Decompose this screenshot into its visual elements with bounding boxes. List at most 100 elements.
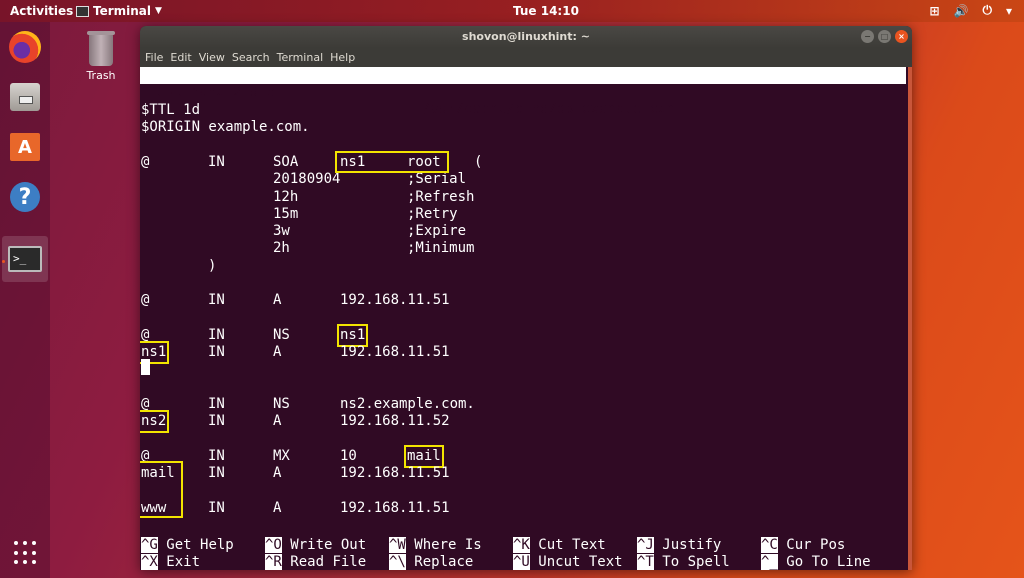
shortcut-label: Where Is xyxy=(414,537,482,553)
field-c3: 192.168.11.52 xyxy=(340,413,450,429)
files-icon xyxy=(10,83,40,111)
shortcut-label: Uncut Text xyxy=(538,554,623,570)
menu-view[interactable]: View xyxy=(199,48,225,67)
running-indicator xyxy=(2,260,5,263)
file-line: $TTL 1d xyxy=(141,102,901,119)
system-menu-chevron-icon[interactable]: ▾ xyxy=(1006,4,1012,18)
field-c4: ;Minimum xyxy=(407,240,475,256)
shortcut-item[interactable]: ^K Cut Text xyxy=(513,537,606,554)
field-c1: ) xyxy=(208,258,217,274)
network-icon[interactable]: ⊞ xyxy=(929,4,939,18)
shortcut-item[interactable]: ^\ Replace xyxy=(389,554,473,570)
field-c3: ns2.example.com. xyxy=(340,396,475,412)
file-line: www IN A 192.168.11.51 xyxy=(141,500,901,517)
window-edge-scrollbar[interactable] xyxy=(908,67,912,570)
terminal-content[interactable]: GNU nano 2.9.3 /var/cache/bind/db.exampl… xyxy=(140,67,912,570)
field-c4: mail xyxy=(404,445,444,468)
field-c3: 192.168.11.51 xyxy=(340,465,450,481)
close-button[interactable]: × xyxy=(895,30,908,43)
shortcut-key: ^_ xyxy=(761,554,778,570)
dock-files[interactable] xyxy=(6,78,44,116)
file-line: @ IN NS ns1 xyxy=(141,324,901,347)
shortcut-label: To Spell xyxy=(662,554,730,570)
menu-help[interactable]: Help xyxy=(330,48,355,67)
shortcut-item[interactable]: ^J Justify xyxy=(637,537,721,554)
field-c2: A xyxy=(273,465,282,481)
help-icon: ? xyxy=(10,182,40,212)
terminal-window: shovon@linuxhint: ~ − □ × File Edit View… xyxy=(140,26,912,570)
field-c2: 12h xyxy=(273,189,299,205)
trash-icon xyxy=(87,31,115,66)
shortcut-item[interactable]: ^O Write Out xyxy=(265,537,366,554)
shortcut-key: ^R xyxy=(265,554,282,570)
field-c0: $ORIGIN example.com. xyxy=(141,119,310,135)
field-c4: ;Refresh xyxy=(407,189,475,205)
shortcut-key: ^G xyxy=(141,537,158,553)
dock-software[interactable]: A xyxy=(6,128,44,166)
file-line: ns2 IN A 192.168.11.52 xyxy=(140,410,901,433)
window-titlebar[interactable]: shovon@linuxhint: ~ − □ × xyxy=(140,26,912,48)
file-line xyxy=(141,483,901,500)
power-icon[interactable]: ⏻ xyxy=(982,3,992,18)
menu-edit[interactable]: Edit xyxy=(170,48,191,67)
field-c2: 15m xyxy=(273,206,299,222)
field-c1: IN xyxy=(208,500,225,516)
shortcut-key: ^U xyxy=(513,554,530,570)
field-c0: @ xyxy=(141,292,150,308)
field-c4: ;Retry xyxy=(407,206,458,222)
field-c1: IN xyxy=(208,413,225,429)
top-bar: Activities Terminal ▼ Tue 14:10 ⊞ 🔊 ⏻ ▾ xyxy=(0,0,1024,22)
maximize-button[interactable]: □ xyxy=(878,30,891,43)
field-c1: IN xyxy=(208,344,225,360)
nano-version: GNU nano 2.9.3 xyxy=(157,84,276,100)
file-line: 15m ;Retry xyxy=(141,206,901,223)
shortcut-key: ^K xyxy=(513,537,530,553)
field-c1: IN xyxy=(208,292,225,308)
field-c1: IN xyxy=(208,465,225,481)
file-line: @ IN SOA ns1 root( xyxy=(141,154,901,171)
menu-file[interactable]: File xyxy=(145,48,163,67)
file-line xyxy=(141,137,901,154)
dock-firefox[interactable] xyxy=(6,28,44,66)
menu-search[interactable]: Search xyxy=(232,48,270,67)
dock: A ? >_ xyxy=(0,22,50,578)
dock-terminal[interactable]: >_ xyxy=(6,240,44,278)
field-c2: MX xyxy=(273,448,290,464)
shortcut-label: Read File xyxy=(290,554,367,570)
shortcut-item[interactable]: ^_ Go To Line xyxy=(761,554,871,570)
shortcut-label: Go To Line xyxy=(786,554,871,570)
dock-help[interactable]: ? xyxy=(6,178,44,216)
file-line: 3w ;Expire xyxy=(141,223,901,240)
desktop-trash[interactable]: Trash xyxy=(80,31,122,82)
file-line xyxy=(141,275,901,292)
shortcut-key: ^T xyxy=(637,554,654,570)
volume-icon[interactable]: 🔊 xyxy=(954,4,969,18)
file-line: ns1 IN A 192.168.11.51 xyxy=(140,341,901,364)
shortcut-item[interactable]: ^C Cur Pos xyxy=(761,537,845,554)
field-c2: A xyxy=(273,500,282,516)
shortcut-label: Cut Text xyxy=(538,537,606,553)
system-tray[interactable]: ⊞ 🔊 ⏻ ▾ xyxy=(929,3,1012,18)
field-c0: @ xyxy=(141,154,150,170)
file-line: 12h ;Refresh xyxy=(141,189,901,206)
field-c0: @ xyxy=(141,396,150,412)
shortcut-label: Cur Pos xyxy=(786,537,846,553)
shortcut-item[interactable]: ^G Get Help xyxy=(141,537,234,554)
shortcut-item[interactable]: ^X Exit xyxy=(141,554,200,570)
minimize-button[interactable]: − xyxy=(861,30,874,43)
shortcut-item[interactable]: ^U Uncut Text xyxy=(513,554,623,570)
shortcut-label: Replace xyxy=(414,554,474,570)
shortcut-item[interactable]: ^W Where Is xyxy=(389,537,482,554)
field-c2: 2h xyxy=(273,240,290,256)
menu-terminal[interactable]: Terminal xyxy=(277,48,324,67)
terminal-app-icon xyxy=(76,5,89,17)
activities-button[interactable]: Activities xyxy=(10,4,73,18)
clock[interactable]: Tue 14:10 xyxy=(513,4,579,18)
text-cursor xyxy=(141,359,150,375)
field-c3: ns1 xyxy=(336,324,369,347)
app-menu[interactable]: Terminal ▼ xyxy=(76,4,162,18)
show-applications-icon[interactable] xyxy=(14,541,38,565)
shortcut-item[interactable]: ^T To Spell xyxy=(637,554,730,570)
shortcut-label: Exit xyxy=(166,554,201,570)
shortcut-item[interactable]: ^R Read File xyxy=(265,554,366,570)
